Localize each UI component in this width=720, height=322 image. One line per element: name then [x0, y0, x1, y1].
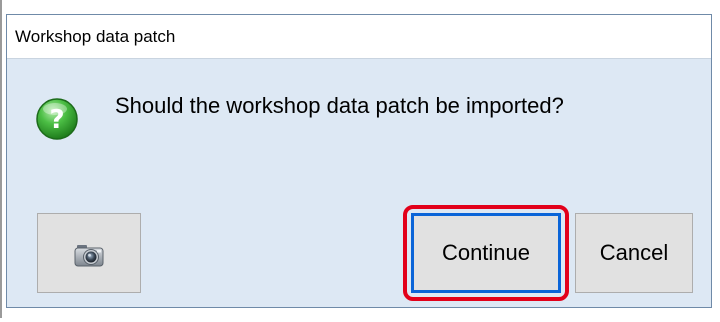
continue-button[interactable]: Continue	[411, 213, 561, 293]
background-window-edge	[0, 0, 2, 322]
workshop-data-patch-dialog: Workshop data patch ? Should the worksho…	[6, 14, 712, 308]
bottom-margin	[0, 318, 720, 322]
dialog-message: Should the workshop data patch be import…	[115, 93, 564, 118]
question-icon: ?	[36, 98, 78, 140]
svg-text:?: ?	[49, 105, 64, 135]
dialog-title: Workshop data patch	[15, 27, 176, 46]
screenshot-button[interactable]	[37, 213, 141, 293]
camera-icon	[74, 245, 104, 267]
cancel-button[interactable]: Cancel	[575, 213, 693, 293]
dialog-titlebar[interactable]: Workshop data patch	[7, 15, 711, 59]
screen: Workshop data patch ? Should the worksho…	[0, 0, 720, 322]
